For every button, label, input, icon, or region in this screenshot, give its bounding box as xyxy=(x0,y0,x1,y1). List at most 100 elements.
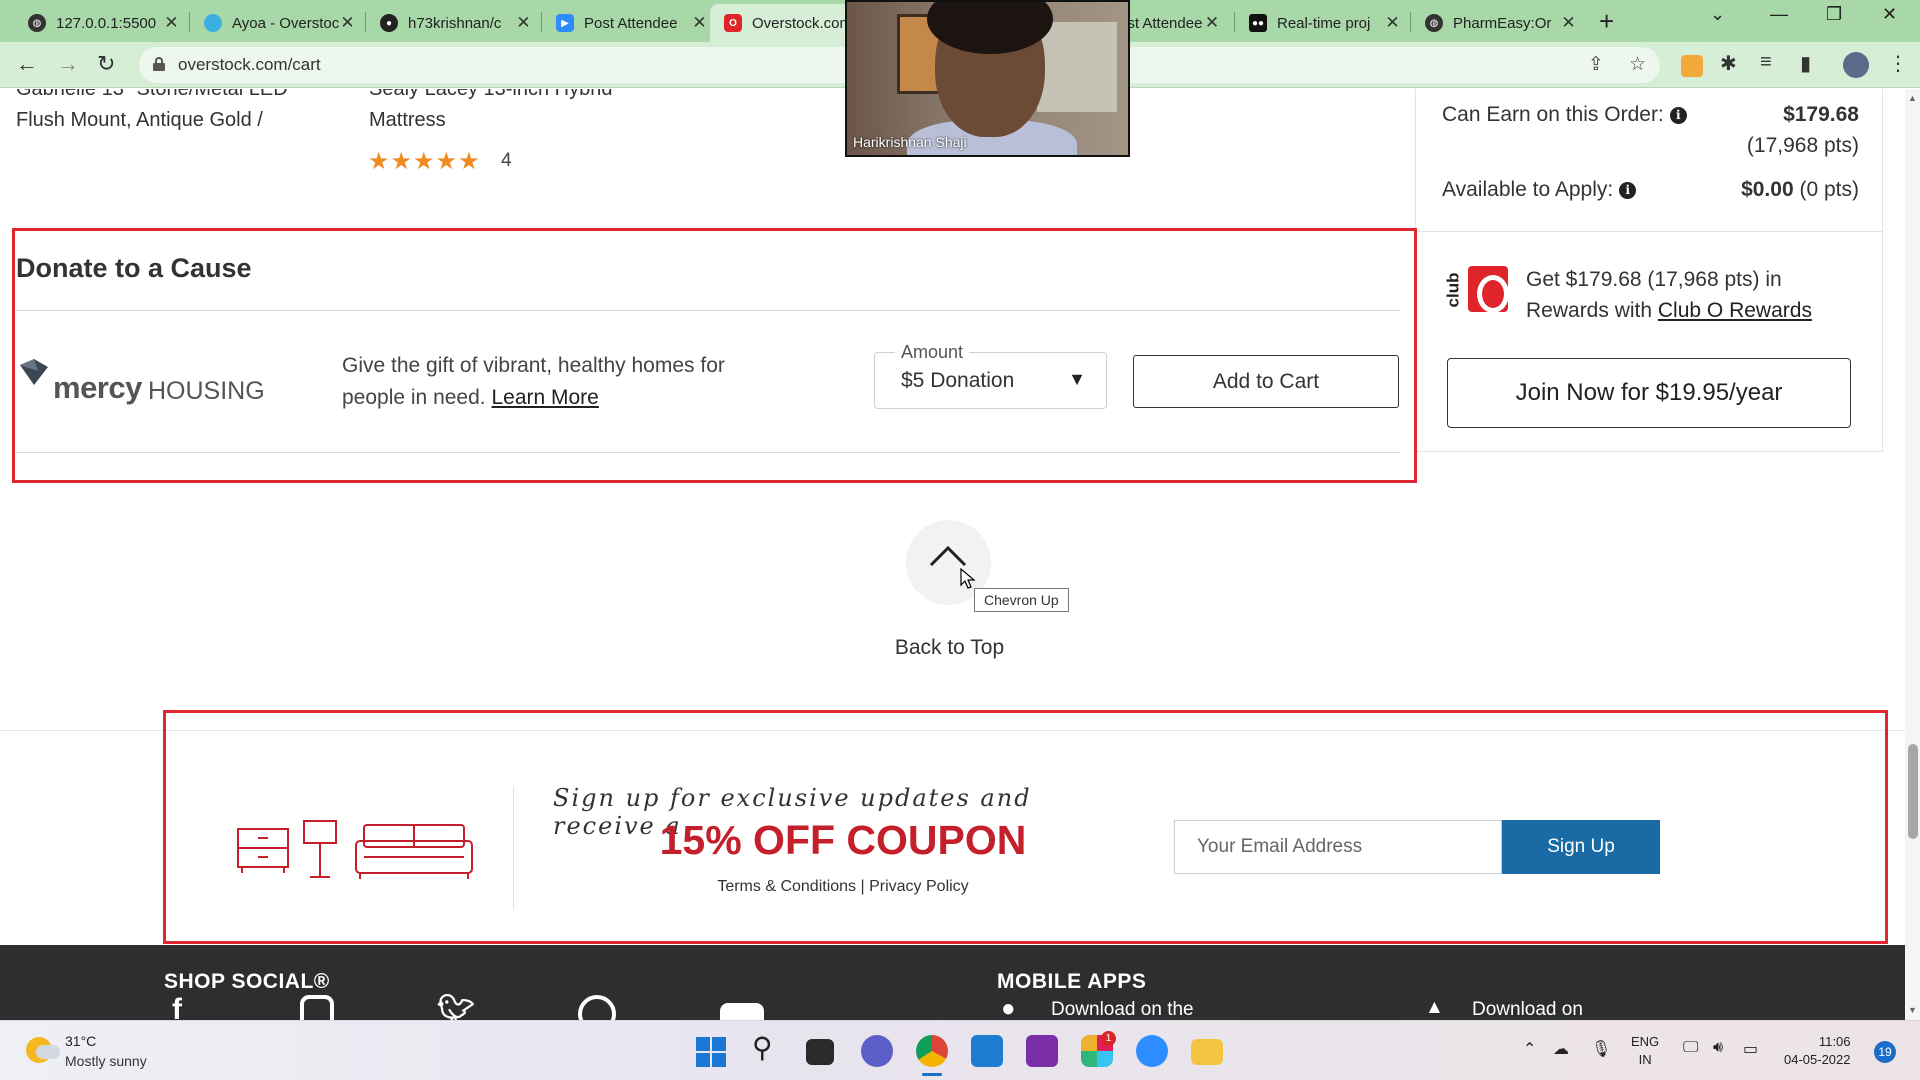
weather-sun-icon[interactable] xyxy=(26,1037,60,1063)
zoom-icon[interactable] xyxy=(1136,1035,1168,1067)
system-clock[interactable]: 11:06 04-05-2022 xyxy=(1784,1033,1851,1069)
mobile-apps-heading: MOBILE APPS xyxy=(997,970,1147,993)
pinterest-icon[interactable] xyxy=(578,995,616,1020)
weather-description[interactable]: Mostly sunny xyxy=(65,1053,147,1069)
twitter-icon[interactable]: 🐦︎ xyxy=(437,993,475,1020)
sign-up-button[interactable]: Sign Up xyxy=(1502,820,1660,874)
github-icon: ● xyxy=(380,14,398,32)
available-label: Available to Apply: i xyxy=(1442,178,1637,202)
club-o-rewards-link[interactable]: Club O Rewards xyxy=(1658,299,1812,322)
android-icon: ▲ xyxy=(1425,997,1444,1018)
privacy-link[interactable]: Privacy Policy xyxy=(869,878,969,895)
forward-icon[interactable]: → xyxy=(57,51,79,77)
side-panel-icon[interactable]: ▮ xyxy=(1800,51,1811,76)
close-tab-icon[interactable]: ✕ xyxy=(1204,13,1220,33)
donation-amount-select[interactable]: Amount $5 Donation ▼ xyxy=(874,342,1107,409)
battery-icon[interactable]: ▭ xyxy=(1743,1039,1758,1059)
product-2-name[interactable]: Sealy Lacey 13-inch Hybrid Mattress xyxy=(369,89,612,136)
teams-chat-icon[interactable] xyxy=(861,1035,893,1067)
microphone-icon[interactable]: 🎙︎ xyxy=(1591,1039,1611,1059)
donate-title: Donate to a Cause xyxy=(16,253,252,283)
share-icon[interactable]: ⇪ xyxy=(1588,53,1604,76)
close-tab-icon[interactable]: ✕ xyxy=(516,13,531,33)
learn-more-link[interactable]: Learn More xyxy=(491,386,598,409)
file-explorer-icon[interactable] xyxy=(1191,1039,1223,1065)
reload-icon[interactable]: ↻ xyxy=(97,51,115,77)
back-to-top-label[interactable]: Back to Top xyxy=(892,636,1007,660)
overstock-icon: O xyxy=(724,14,742,32)
app-store-link[interactable]: Download on the xyxy=(1051,999,1194,1020)
close-tab-icon[interactable]: ✕ xyxy=(1561,13,1576,33)
email-input[interactable] xyxy=(1174,820,1502,874)
lock-icon xyxy=(153,57,165,71)
mouse-cursor-icon xyxy=(960,568,976,589)
participant-name: Harikrishnan Shaji xyxy=(853,134,967,150)
info-icon[interactable]: i xyxy=(1669,107,1687,124)
youtube-icon[interactable] xyxy=(720,1003,764,1020)
furniture-illustration-icon xyxy=(237,820,473,879)
ayoa-icon xyxy=(204,14,222,32)
bookmark-star-icon[interactable]: ☆ xyxy=(1629,53,1646,76)
add-to-cart-button[interactable]: Add to Cart xyxy=(1133,355,1399,408)
windows-start-icon[interactable] xyxy=(696,1037,726,1067)
tab-realtime[interactable]: ●● Real-time proj ✕ xyxy=(1235,4,1410,42)
can-earn-amount: $179.68 xyxy=(1783,103,1859,126)
media-control-icon[interactable]: ≡ xyxy=(1760,51,1772,74)
minimize-icon[interactable]: — xyxy=(1770,4,1788,25)
tab-post-attendee[interactable]: ▶ Post Attendee ✕ xyxy=(542,4,717,42)
extension-icon[interactable] xyxy=(1681,55,1703,77)
google-play-link[interactable]: Download on xyxy=(1472,999,1583,1020)
facebook-icon[interactable]: f xyxy=(172,993,182,1020)
scroll-up-icon[interactable]: ▲ xyxy=(1908,93,1917,103)
join-club-o-button[interactable]: Join Now for $19.95/year xyxy=(1447,358,1851,428)
can-earn-points: (17,968 pts) xyxy=(1746,134,1859,157)
club-o-logo: club xyxy=(1443,266,1510,313)
task-view-icon[interactable] xyxy=(806,1039,834,1065)
profile-avatar[interactable] xyxy=(1843,52,1869,78)
donate-description: Give the gift of vibrant, healthy homes … xyxy=(342,354,725,409)
onedrive-cloud-icon[interactable]: ☁ xyxy=(1553,1039,1569,1059)
network-icon[interactable]: 🖵︎ xyxy=(1683,1039,1698,1057)
info-icon[interactable]: i xyxy=(1619,182,1637,199)
windows-taskbar: 31°C Mostly sunny ⚲ 1 ⌃ ☁ 🎙︎ ENG IN 🖵︎ 🔊… xyxy=(0,1020,1920,1080)
tab-search-icon[interactable]: ⌄ xyxy=(1710,4,1725,25)
tab-localhost[interactable]: ◍ 127.0.0.1:5500 ✕ xyxy=(14,4,189,42)
terms-link[interactable]: Terms & Conditions xyxy=(717,878,856,895)
page-scrollbar[interactable]: ▲ ▼ xyxy=(1905,89,1920,1020)
close-tab-icon[interactable]: ✕ xyxy=(1385,13,1400,33)
puzzle-extensions-icon[interactable]: ✱ xyxy=(1720,51,1737,76)
page-content: Gabrielle 13" Stone/Metal LED Flush Moun… xyxy=(0,89,1920,1020)
volume-icon[interactable]: 🔊︎ xyxy=(1713,1039,1723,1057)
available-amount: $0.00 (0 pts) xyxy=(1741,178,1859,201)
vscode-icon[interactable] xyxy=(971,1035,1003,1067)
new-tab-icon[interactable]: + xyxy=(1599,6,1614,37)
product-1-name[interactable]: Gabrielle 13" Stone/Metal LED Flush Moun… xyxy=(16,89,288,136)
onenote-icon[interactable] xyxy=(1026,1035,1058,1067)
close-tab-icon[interactable]: ✕ xyxy=(340,13,355,33)
tab-pharmeasy[interactable]: ◍ PharmEasy:Or ✕ xyxy=(1411,4,1586,42)
language-indicator[interactable]: ENG IN xyxy=(1631,1033,1659,1069)
show-hidden-icons-icon[interactable]: ⌃ xyxy=(1523,1039,1536,1059)
search-icon[interactable]: ⚲ xyxy=(752,1031,784,1063)
close-tab-icon[interactable]: ✕ xyxy=(164,13,179,33)
url-text: overstock.com/cart xyxy=(178,55,321,74)
instagram-icon[interactable] xyxy=(300,995,334,1020)
weather-temperature[interactable]: 31°C xyxy=(65,1033,96,1049)
scrollbar-thumb[interactable] xyxy=(1908,744,1918,839)
chrome-icon[interactable] xyxy=(916,1035,948,1067)
tab-ayoa[interactable]: Ayoa - Overstock ✕ xyxy=(190,4,365,42)
close-tab-icon[interactable]: ✕ xyxy=(692,13,707,33)
restore-icon[interactable]: ❐ xyxy=(1826,4,1842,25)
close-window-icon[interactable]: ✕ xyxy=(1882,4,1897,25)
mercy-housing-logo: mercy HOUSING xyxy=(16,357,265,407)
star-rating: ★★★★★ xyxy=(368,148,481,175)
club-o-promo: Get $179.68 (17,968 pts) in Rewards with… xyxy=(1526,268,1812,322)
tab-github[interactable]: ● h73krishnan/c ✕ xyxy=(366,4,541,42)
back-icon[interactable]: ← xyxy=(16,51,38,77)
scroll-down-icon[interactable]: ▼ xyxy=(1908,1005,1917,1015)
menu-kebab-icon[interactable]: ⋮ xyxy=(1888,51,1908,76)
site-footer: SHOP SOCIAL® f 🐦︎ MOBILE APPS ● Download… xyxy=(0,945,1905,1020)
video-call-thumbnail[interactable]: Harikrishnan Shaji xyxy=(845,0,1130,157)
notification-count-badge[interactable]: 19 xyxy=(1874,1041,1896,1063)
slack-notification-badge: 1 xyxy=(1101,1031,1116,1046)
